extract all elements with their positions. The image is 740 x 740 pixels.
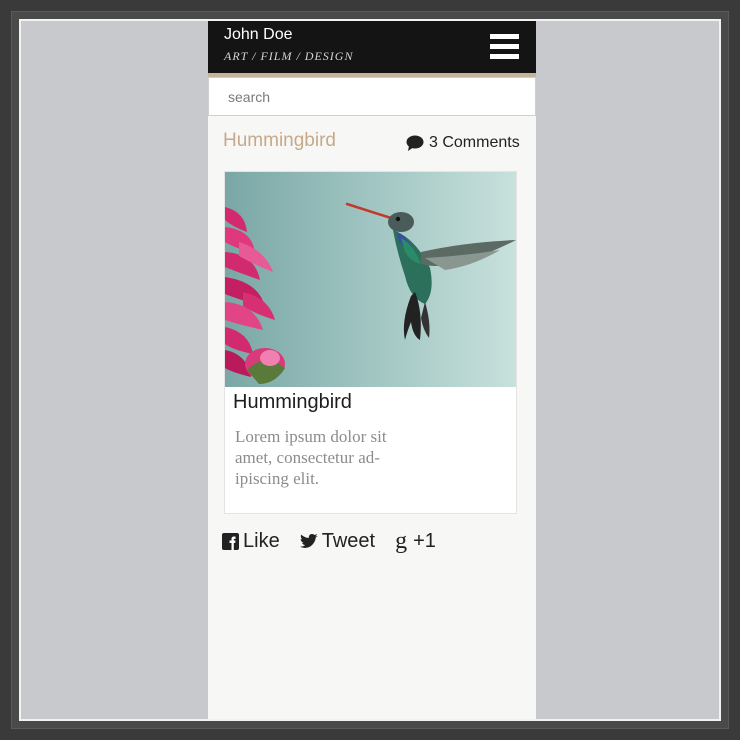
canvas: John Doe ART / FILM / DESIGN Hummingbird… [19,19,721,721]
site-header: John Doe ART / FILM / DESIGN [208,21,536,73]
twitter-bird-icon [299,534,318,548]
post-title[interactable]: Hummingbird [223,130,336,152]
hummingbird-image[interactable] [225,172,516,387]
google-plus-button[interactable]: g +1 [395,529,436,553]
post-card: Hummingbird Lorem ipsum dolor sit amet, … [224,171,517,514]
plus-one-label: +1 [413,529,436,552]
comments-label: 3 Comments [429,134,520,151]
card-excerpt: Lorem ipsum dolor sit amet, consectetur … [235,427,387,488]
like-label: Like [243,529,280,552]
site-tagline: ART / FILM / DESIGN [224,49,354,63]
facebook-like-button[interactable]: Like [222,530,280,553]
comments-link[interactable]: 3 Comments [406,134,520,152]
tweet-label: Tweet [321,529,376,552]
speech-bubble-icon [406,135,424,151]
site-name[interactable]: John Doe [224,26,293,44]
card-title[interactable]: Hummingbird [233,391,352,414]
search-input[interactable] [208,77,536,116]
mobile-page: John Doe ART / FILM / DESIGN Hummingbird… [208,21,536,719]
facebook-icon [222,532,239,550]
hamburger-menu-icon[interactable] [490,34,519,60]
google-plus-icon: g [395,528,408,554]
tweet-button[interactable]: Tweet [299,529,376,553]
social-share-bar: Like Tweet g +1 [222,529,436,553]
